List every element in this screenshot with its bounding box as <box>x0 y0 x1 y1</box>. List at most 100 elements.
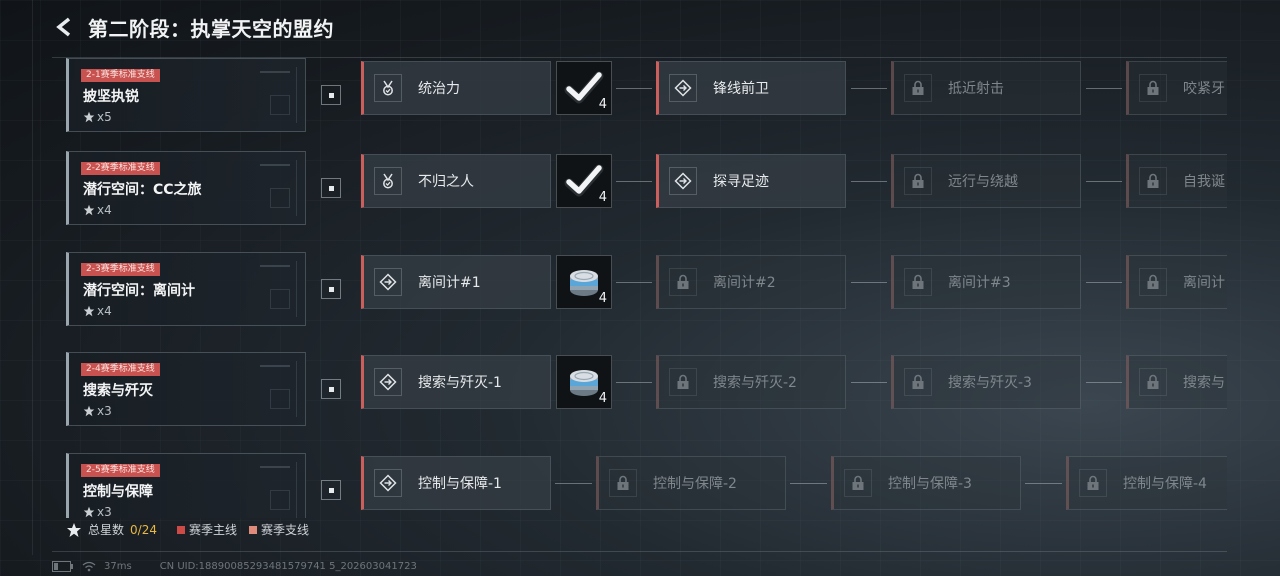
legend-side-label: 赛季支线 <box>260 523 309 537</box>
node-icon-frame <box>374 268 402 296</box>
mission-node[interactable]: 不归之人 <box>361 154 551 208</box>
lock-icon <box>1147 374 1159 389</box>
reward-item[interactable]: 4 <box>556 355 612 409</box>
node-connector <box>1086 382 1122 383</box>
node-label: 自我诞 <box>1183 174 1225 190</box>
node-label: 远行与绕越 <box>948 174 1018 190</box>
node-label: 控制与保障-4 <box>1123 476 1207 492</box>
mission-card[interactable]: 2-3赛季标准支线 潜行空间：离间计 x4 <box>66 252 306 326</box>
lock-icon <box>1147 274 1159 289</box>
node-label: 控制与保障-2 <box>653 476 737 492</box>
mission-tag: 2-4赛季标准支线 <box>81 363 160 376</box>
mission-card[interactable]: 2-5赛季标准支线 控制与保障 x3 <box>66 453 306 518</box>
node-connector <box>851 88 887 89</box>
diamond-arrow-icon <box>379 373 397 391</box>
mission-node[interactable]: 离间计#2 <box>656 255 846 309</box>
node-icon-frame <box>374 167 402 195</box>
node-icon-frame <box>904 268 932 296</box>
node-label: 离间计#2 <box>713 275 776 291</box>
node-connector <box>616 382 652 383</box>
mission-card[interactable]: 2-4赛季标准支线 搜索与歼灭 x3 <box>66 352 306 426</box>
star-icon <box>83 506 95 518</box>
mission-tag: 2-3赛季标准支线 <box>81 263 160 276</box>
node-icon-frame <box>904 167 932 195</box>
track-marker[interactable] <box>321 279 341 299</box>
mission-node[interactable]: 搜索与歼灭-3 <box>891 355 1081 409</box>
node-icon-frame <box>1079 469 1107 497</box>
back-button[interactable] <box>52 14 78 40</box>
ping-text: 37ms <box>104 561 132 572</box>
mission-tag: 2-2赛季标准支线 <box>81 162 160 175</box>
mission-node[interactable]: 离间计 <box>1126 255 1227 309</box>
star-count: x5 <box>97 110 112 124</box>
mission-node[interactable]: 搜索与歼灭-1 <box>361 355 551 409</box>
mission-node[interactable]: 统治力 <box>361 61 551 115</box>
track-marker[interactable] <box>321 480 341 500</box>
mission-name: 潜行空间：离间计 <box>83 283 195 299</box>
star-icon <box>83 405 95 417</box>
node-label: 搜索与歼灭-1 <box>418 375 502 391</box>
wifi-icon <box>82 561 96 572</box>
track-marker[interactable] <box>321 85 341 105</box>
reward-item[interactable]: 4 <box>556 154 612 208</box>
reward-quantity: 4 <box>598 97 607 112</box>
mission-stars: x3 <box>83 505 112 518</box>
node-connector <box>616 181 652 182</box>
mission-node[interactable]: 自我诞 <box>1126 154 1227 208</box>
mission-card[interactable]: 2-2赛季标准支线 潜行空间：CC之旅 x4 <box>66 151 306 225</box>
track-marker[interactable] <box>321 178 341 198</box>
star-icon <box>83 204 95 216</box>
star-count: x4 <box>97 203 112 217</box>
lock-icon <box>677 374 689 389</box>
node-connector <box>1025 483 1062 484</box>
node-connector <box>555 483 592 484</box>
card-decoration <box>237 160 297 216</box>
lock-icon <box>912 80 924 95</box>
mission-node[interactable]: 控制与保障-3 <box>831 456 1021 510</box>
mission-node[interactable]: 锋线前卫 <box>656 61 846 115</box>
mission-node[interactable]: 离间计#3 <box>891 255 1081 309</box>
node-connector <box>1086 181 1122 182</box>
mission-node[interactable]: 控制与保障-4 <box>1066 456 1227 510</box>
mission-node[interactable]: 控制与保障-1 <box>361 456 551 510</box>
node-icon-frame <box>669 74 697 102</box>
node-icon-frame <box>374 74 402 102</box>
mission-node[interactable]: 抵近射击 <box>891 61 1081 115</box>
node-connector <box>790 483 827 484</box>
star-count: x3 <box>97 505 112 518</box>
mission-card[interactable]: 2-1赛季标准支线 披坚执锐 x5 <box>66 58 306 132</box>
diamond-arrow-icon <box>379 474 397 492</box>
mission-node[interactable]: 搜索与歼灭-2 <box>656 355 846 409</box>
mission-node[interactable]: 搜索与 <box>1126 355 1227 409</box>
node-label: 抵近射击 <box>948 81 1004 97</box>
mission-name: 搜索与歼灭 <box>83 383 153 399</box>
mission-stars: x5 <box>83 110 112 124</box>
node-icon-frame <box>1139 74 1167 102</box>
node-icon-frame <box>1139 368 1167 396</box>
node-connector <box>851 382 887 383</box>
node-connector <box>1086 88 1122 89</box>
mission-node[interactable]: 咬紧牙 <box>1126 61 1227 115</box>
mission-node[interactable]: 控制与保障-2 <box>596 456 786 510</box>
mission-list[interactable]: 2-1赛季标准支线 披坚执锐 x5 4 统治力 锋线前卫 抵近射击 咬紧牙 2-2赛季标准支线潜… <box>52 58 1227 518</box>
frame-left-line <box>32 0 33 555</box>
card-decoration <box>237 67 297 123</box>
track-marker[interactable] <box>321 379 341 399</box>
node-label: 控制与保障-3 <box>888 476 972 492</box>
node-icon-frame <box>374 368 402 396</box>
medal-icon <box>383 173 393 189</box>
page-header: 第二阶段：执掌天空的盟约 <box>52 10 334 44</box>
mission-node[interactable]: 探寻足迹 <box>656 154 846 208</box>
diamond-arrow-icon <box>379 273 397 291</box>
reward-item[interactable]: 4 <box>556 61 612 115</box>
lock-icon <box>677 274 689 289</box>
reward-item[interactable]: 4 <box>556 255 612 309</box>
side-line-color <box>248 525 257 534</box>
node-icon-frame <box>669 268 697 296</box>
node-icon-frame <box>904 74 932 102</box>
lock-icon <box>1087 475 1099 490</box>
reward-quantity: 4 <box>598 391 607 406</box>
node-label: 探寻足迹 <box>713 174 769 190</box>
mission-node[interactable]: 离间计#1 <box>361 255 551 309</box>
mission-node[interactable]: 远行与绕越 <box>891 154 1081 208</box>
